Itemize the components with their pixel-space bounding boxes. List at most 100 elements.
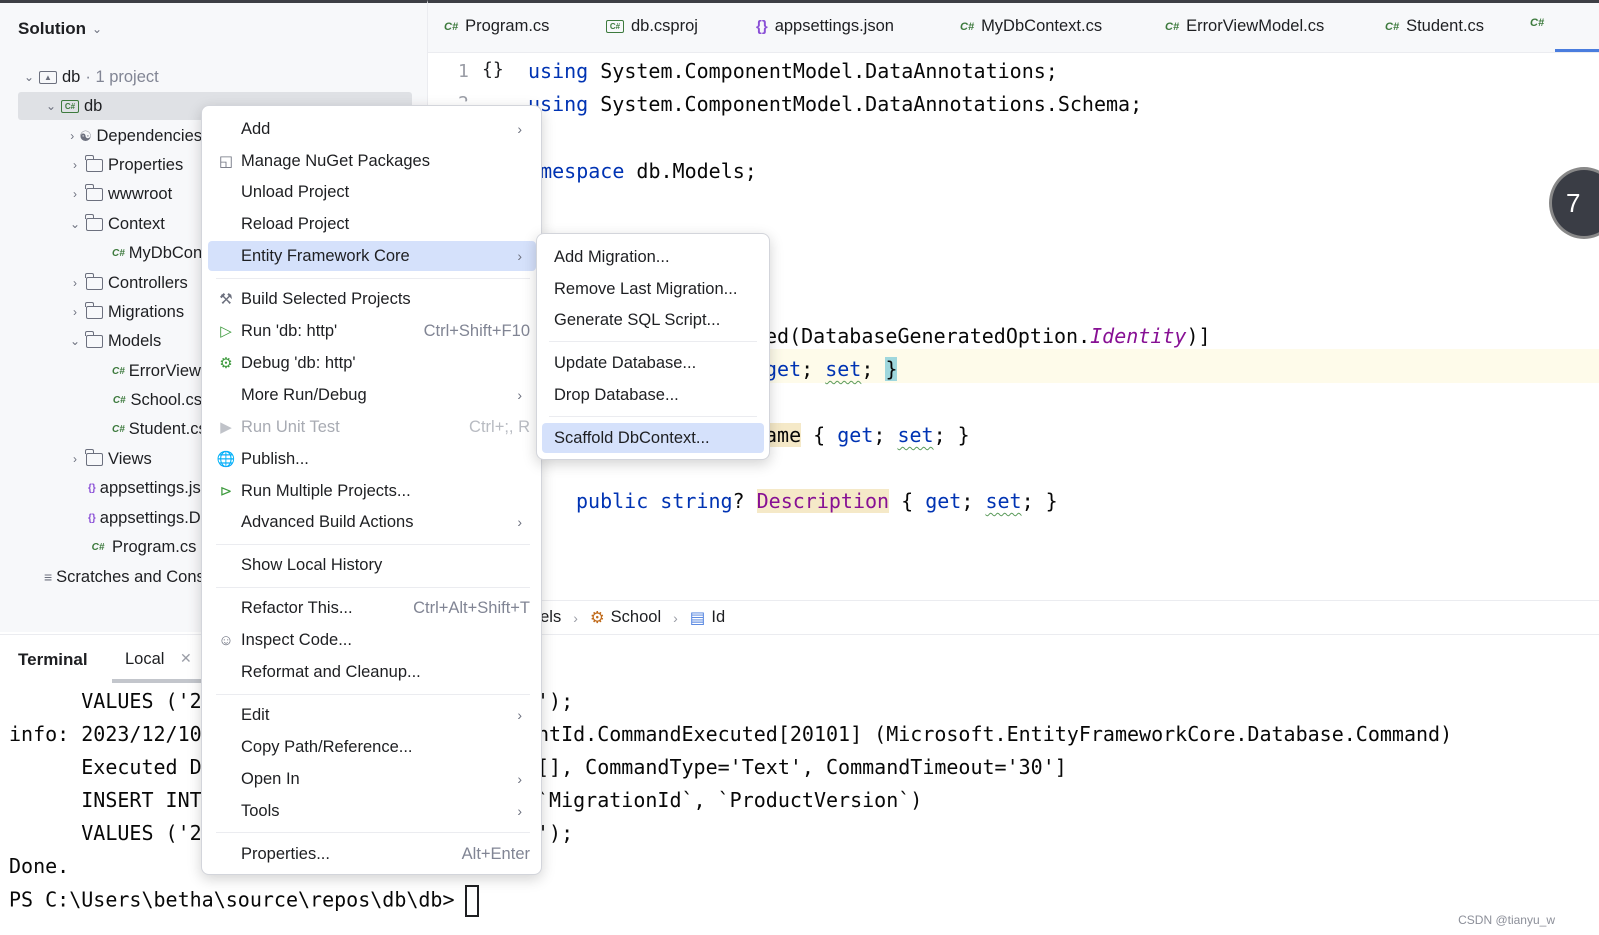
tree-item-controllers[interactable]: › Controllers xyxy=(66,269,202,297)
menu-item-inspect-code[interactable]: ☺ Inspect Code... xyxy=(208,625,536,655)
terminal-tab-local[interactable]: Local xyxy=(125,650,164,669)
chevron-right-icon[interactable]: › xyxy=(66,452,84,466)
tree-label: db xyxy=(84,96,103,115)
menu-item-manage-nuget[interactable]: ◱ Manage NuGet Packages xyxy=(208,146,536,176)
project-icon: C# xyxy=(60,97,80,115)
chevron-right-icon[interactable]: › xyxy=(66,158,84,172)
chevron-right-icon[interactable]: › xyxy=(66,187,84,201)
tab-db-csproj[interactable]: C# db.csproj xyxy=(606,17,698,36)
code-token: set xyxy=(985,489,1022,513)
close-icon[interactable]: ✕ xyxy=(180,650,192,667)
tree-item-mydbcontext[interactable]: C# MyDbContext.cs xyxy=(112,239,202,267)
menu-label: Edit xyxy=(241,705,270,724)
menu-item-run-multiple[interactable]: ⊳ Run Multiple Projects... xyxy=(208,476,536,506)
code-line-1: using System.ComponentModel.DataAnnotati… xyxy=(528,59,1058,83)
chevron-down-icon[interactable]: ⌄ xyxy=(66,217,84,231)
tree-item-migrations[interactable]: › Migrations xyxy=(66,298,202,326)
avatar-text: 7 xyxy=(1566,187,1581,218)
menu-item-entity-framework-core[interactable]: Entity Framework Core › xyxy=(208,241,536,271)
run-icon: ▶ xyxy=(220,419,232,436)
tree-label: MyDbContext.cs xyxy=(128,243,202,262)
submenu-item-scaffold-dbcontext[interactable]: Scaffold DbContext... xyxy=(542,423,764,453)
menu-item-run[interactable]: ▷ Run 'db: http' Ctrl+Shift+F10 xyxy=(208,316,536,346)
menu-item-run-unit-test[interactable]: ▶ Run Unit Test Ctrl+;, R xyxy=(208,412,536,442)
code-token: get xyxy=(925,489,962,513)
menu-item-open-in[interactable]: Open In › xyxy=(208,764,536,794)
menu-item-edit[interactable]: Edit › xyxy=(208,700,536,730)
tree-item-context[interactable]: ⌄ Context xyxy=(66,210,202,238)
submenu-item-remove-last-migration[interactable]: Remove Last Migration... xyxy=(542,274,764,304)
tree-item-properties[interactable]: › Properties xyxy=(66,151,202,179)
submenu-item-add-migration[interactable]: Add Migration... xyxy=(542,242,764,272)
chevron-down-icon[interactable]: ⌄ xyxy=(66,334,84,348)
tree-item-wwwroot[interactable]: › wwwroot xyxy=(66,180,202,208)
code-line-name: ame { get; set; } xyxy=(765,423,970,447)
terminal-cursor[interactable] xyxy=(464,885,479,917)
tree-label: Properties xyxy=(108,155,184,174)
tree-label: appsettings.Development.json xyxy=(99,508,202,527)
chevron-down-icon[interactable]: ⌄ xyxy=(42,99,60,113)
tab-student[interactable]: C# Student.cs xyxy=(1385,17,1484,36)
menu-item-debug[interactable]: ⚙ Debug 'db: http' xyxy=(208,348,536,378)
code-line-description: public string? Description { get; set; } xyxy=(576,489,1058,513)
tree-item-solution[interactable]: ⌄ ▲ db · 1 project xyxy=(20,63,420,91)
submenu-item-generate-sql[interactable]: Generate SQL Script... xyxy=(542,305,764,335)
code-fold-icon[interactable]: {} xyxy=(482,59,504,80)
tree-item-school[interactable]: C# School.cs xyxy=(112,386,202,414)
menu-item-add[interactable]: Add › xyxy=(208,114,536,144)
menu-label: Properties... xyxy=(241,844,330,863)
tree-item-errorviewmodel[interactable]: C# ErrorViewModel.cs xyxy=(112,357,202,385)
tab-school-active[interactable]: C# xyxy=(1530,17,1551,29)
tree-item-views[interactable]: › Views xyxy=(66,445,202,473)
menu-item-local-history[interactable]: Show Local History xyxy=(208,550,536,580)
menu-item-unload-project[interactable]: Unload Project xyxy=(208,177,536,207)
menu-label: Manage NuGet Packages xyxy=(241,151,430,170)
scratches-icon: ≡ xyxy=(44,569,53,585)
menu-item-advanced-build[interactable]: Advanced Build Actions › xyxy=(208,507,536,537)
chevron-right-icon: › xyxy=(517,803,522,819)
solution-title: Solution xyxy=(18,19,86,38)
menu-item-more-run-debug[interactable]: More Run/Debug › xyxy=(208,380,536,410)
tree-item-scratches[interactable]: ≡ Scratches and Consoles xyxy=(44,563,202,591)
menu-item-copy-path[interactable]: Copy Path/Reference... xyxy=(208,732,536,762)
menu-item-properties[interactable]: Properties... Alt+Enter xyxy=(208,839,536,869)
chevron-right-icon[interactable]: › xyxy=(66,276,84,290)
code-token: public xyxy=(576,489,649,513)
menu-item-tools[interactable]: Tools › xyxy=(208,796,536,826)
csharp-file-icon: C# xyxy=(444,20,459,33)
chevron-down-icon[interactable]: ⌄ xyxy=(20,70,38,84)
breadcrumb-school[interactable]: School xyxy=(611,608,661,627)
submenu-item-drop-database[interactable]: Drop Database... xyxy=(542,380,764,410)
menu-item-reformat[interactable]: Reformat and Cleanup... xyxy=(208,657,536,687)
menu-item-build-selected[interactable]: ⚒ Build Selected Projects xyxy=(208,284,536,314)
floating-avatar[interactable]: 7 xyxy=(1549,167,1599,239)
code-token: System.ComponentModel.DataAnnotations; xyxy=(588,59,1058,83)
tab-appsettings[interactable]: {} appsettings.json xyxy=(756,17,894,36)
code-token: ? xyxy=(732,489,757,513)
submenu-item-update-database[interactable]: Update Database... xyxy=(542,348,764,378)
solution-header[interactable]: Solution ⌄ xyxy=(18,19,102,39)
menu-item-refactor[interactable]: Refactor This... Ctrl+Alt+Shift+T xyxy=(208,593,536,623)
chevron-right-icon[interactable]: › xyxy=(66,129,79,143)
tab-errorviewmodel[interactable]: C# ErrorViewModel.cs xyxy=(1165,17,1324,36)
chevron-right-icon[interactable]: › xyxy=(66,305,84,319)
terminal-line: '); xyxy=(537,689,574,713)
tree-item-appsettings-development[interactable]: {} appsettings.Development.json xyxy=(88,504,202,532)
menu-item-publish[interactable]: 🌐 Publish... xyxy=(208,444,536,474)
tree-item-models[interactable]: ⌄ Models xyxy=(66,327,202,355)
tree-item-appsettings[interactable]: {} appsettings.json xyxy=(88,474,202,502)
menu-item-reload-project[interactable]: Reload Project xyxy=(208,209,536,239)
menu-separator xyxy=(216,544,530,545)
tree-item-student[interactable]: C# Student.cs xyxy=(112,415,202,443)
tab-label: MyDbContext.cs xyxy=(981,17,1103,35)
tree-item-program[interactable]: C# Program.cs xyxy=(88,533,202,561)
active-tab-indicator xyxy=(1555,49,1599,52)
folder-icon xyxy=(84,330,104,350)
menu-label: Generate SQL Script... xyxy=(554,310,721,329)
tab-mydbcontext[interactable]: C# MyDbContext.cs xyxy=(960,17,1102,36)
tree-item-dependencies[interactable]: › ☯ Dependencies xyxy=(66,122,202,150)
folder-icon xyxy=(84,448,104,468)
breadcrumb-id[interactable]: Id xyxy=(711,608,725,627)
menu-label: Build Selected Projects xyxy=(241,289,411,308)
tab-program[interactable]: C# Program.cs xyxy=(444,17,549,36)
